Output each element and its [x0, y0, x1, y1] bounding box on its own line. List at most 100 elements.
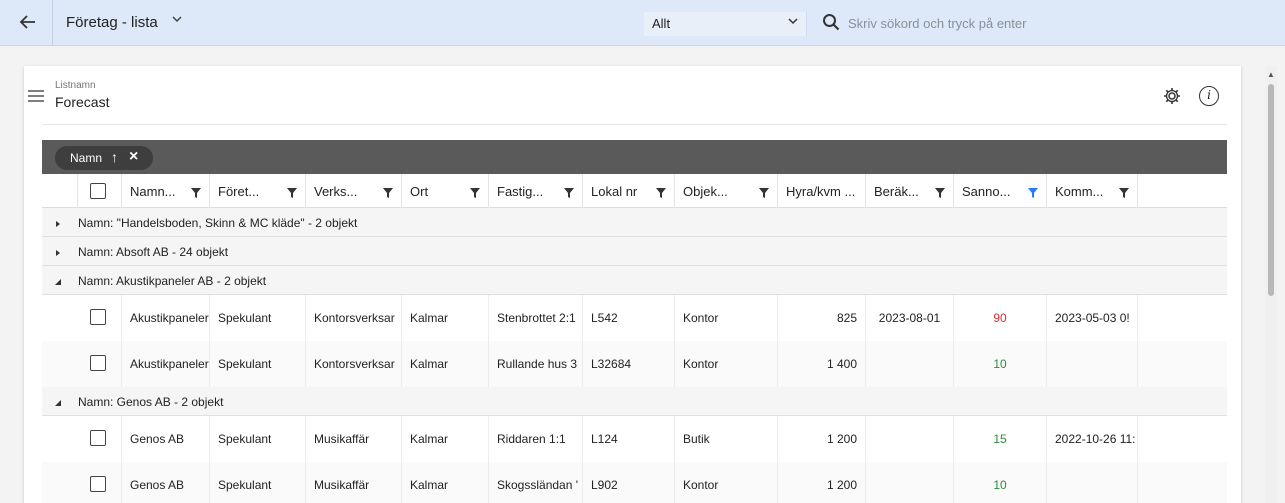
- column-header[interactable]: Sanno...: [954, 174, 1047, 208]
- group-row[interactable]: Namn: "Handelsboden, Skinn & MC kläde" -…: [42, 208, 1227, 237]
- filter-icon[interactable]: [191, 186, 201, 198]
- column-header[interactable]: Hyra/kvm ...: [778, 174, 866, 208]
- column-header[interactable]: Fastig...: [489, 174, 583, 208]
- cell-value: Spekulant: [218, 478, 272, 492]
- filter-icon[interactable]: [1028, 186, 1038, 198]
- cell-fastig: Skogssländan ': [489, 462, 583, 503]
- group-row[interactable]: Namn: Akustikpaneler AB - 2 objekt: [42, 266, 1227, 295]
- group-chip[interactable]: Namn ↑ ×: [55, 146, 153, 170]
- cell-lokal: L32684: [583, 341, 675, 387]
- column-header[interactable]: Namn...: [122, 174, 210, 208]
- cell-value: Spekulant: [218, 311, 272, 325]
- cell-ort: Kalmar: [402, 462, 489, 503]
- gear-icon[interactable]: [1162, 86, 1182, 106]
- column-header-label: Fastig...: [497, 184, 544, 199]
- scroll-up-arrow-icon[interactable]: ▲: [1267, 70, 1275, 79]
- cell-value: Spekulant: [218, 432, 272, 446]
- scrollbar-thumb[interactable]: [1268, 84, 1274, 296]
- column-header[interactable]: Komm...: [1047, 174, 1138, 208]
- info-icon[interactable]: i: [1199, 86, 1219, 106]
- column-header[interactable]: Föret...: [210, 174, 306, 208]
- filter-icon[interactable]: [564, 186, 574, 198]
- table-row[interactable]: Akustikpaneler Spekulant Kontorsverksar Kal…: [42, 341, 1227, 387]
- row-checkbox[interactable]: [90, 309, 106, 325]
- cell-namn: Akustikpaneler: [122, 341, 210, 387]
- cell-objekt: Kontor: [675, 341, 778, 387]
- search-icon[interactable]: [822, 13, 840, 31]
- chevron-down-icon[interactable]: [171, 13, 183, 28]
- cell-value: Kalmar: [410, 357, 449, 371]
- row-checkbox[interactable]: [90, 355, 106, 371]
- column-header-label: Hyra/kvm ...: [786, 184, 856, 199]
- filter-icon[interactable]: [656, 186, 666, 198]
- cell-komm: [1047, 462, 1138, 503]
- cell-value: 2023-05-03 0!: [1055, 311, 1130, 325]
- cell-value: Musikaffär: [314, 478, 370, 492]
- column-header[interactable]: Lokal nr: [583, 174, 675, 208]
- cell-value: L32684: [591, 357, 632, 371]
- collapse-triangle-icon[interactable]: [54, 275, 62, 285]
- row-spacer: [42, 416, 78, 462]
- filter-select-value: Allt: [652, 16, 671, 31]
- cell-value: 825: [836, 311, 857, 325]
- group-row-label: Namn: Genos AB - 2 objekt: [78, 395, 224, 409]
- filter-select[interactable]: Allt: [644, 12, 807, 36]
- cell-value: 1 400: [826, 357, 857, 371]
- table-row[interactable]: Akustikpaneler Spekulant Kontorsverksar Kal…: [42, 295, 1227, 341]
- group-row[interactable]: Namn: Absoft AB - 24 objekt: [42, 237, 1227, 266]
- filter-icon[interactable]: [1119, 186, 1129, 198]
- cell-hyra: 825: [778, 295, 866, 341]
- cell-fastig: Stenbrottet 2:1: [489, 295, 583, 341]
- scrollbar[interactable]: ▲: [1265, 66, 1277, 503]
- filter-icon[interactable]: [383, 186, 393, 198]
- filter-icon[interactable]: [935, 186, 945, 198]
- column-header-label: Lokal nr: [591, 184, 638, 199]
- row-checkbox[interactable]: [90, 476, 106, 492]
- cell-sanno: 10: [954, 462, 1047, 503]
- filter-icon[interactable]: [287, 186, 297, 198]
- cell-komm: [1047, 341, 1138, 387]
- search-input[interactable]: [848, 13, 1248, 33]
- column-header[interactable]: Ort: [402, 174, 489, 208]
- cell-verks: Musikaffär: [306, 462, 402, 503]
- hamburger-menu-icon[interactable]: [28, 90, 44, 102]
- select-all-checkbox[interactable]: [90, 183, 106, 199]
- row-checkbox[interactable]: [90, 430, 106, 446]
- filter-icon[interactable]: [470, 186, 480, 198]
- cell-value: 15: [993, 432, 1007, 446]
- sort-arrow-up-icon[interactable]: ↑: [111, 149, 118, 165]
- table-row[interactable]: Genos AB Spekulant Musikaffär Kalmar Riddare…: [42, 416, 1227, 462]
- cell-ort: Kalmar: [402, 295, 489, 341]
- collapse-triangle-icon[interactable]: [54, 396, 62, 406]
- cell-objekt: Butik: [675, 416, 778, 462]
- column-header-label: Ort: [410, 184, 429, 199]
- row-select-cell: [78, 416, 122, 462]
- group-row[interactable]: Namn: Genos AB - 2 objekt: [42, 387, 1227, 416]
- group-row-label: Namn: Absoft AB - 24 objekt: [78, 245, 229, 259]
- column-header-label: Föret...: [218, 184, 260, 199]
- expand-triangle-icon[interactable]: [54, 246, 62, 256]
- cell-value: Spekulant: [218, 357, 272, 371]
- cell-berak: [866, 341, 954, 387]
- page-title[interactable]: Företag - lista: [66, 14, 158, 31]
- table-row[interactable]: Genos AB Spekulant Musikaffär Kalmar Skogssl…: [42, 462, 1227, 503]
- group-row-label: Namn: Akustikpaneler AB - 2 objekt: [78, 274, 267, 288]
- group-chip-label: Namn: [70, 151, 103, 165]
- cell-value: Riddaren 1:1: [497, 432, 566, 446]
- back-arrow-icon[interactable]: [18, 12, 40, 34]
- cell-sanno: 10: [954, 341, 1047, 387]
- filter-icon[interactable]: [759, 186, 769, 198]
- cell-berak: [866, 462, 954, 503]
- cell-value: Kalmar: [410, 478, 449, 492]
- cell-namn: Genos AB: [122, 416, 210, 462]
- cell-value: 10: [993, 478, 1007, 492]
- column-header[interactable]: Beräk...: [866, 174, 954, 208]
- close-icon[interactable]: ×: [129, 148, 138, 166]
- expand-triangle-icon[interactable]: [54, 217, 62, 227]
- row-select-cell: [78, 341, 122, 387]
- column-header[interactable]: Verks...: [306, 174, 402, 208]
- cell-value: L124: [591, 432, 618, 446]
- cell-hyra: 1 400: [778, 341, 866, 387]
- column-header[interactable]: Objek...: [675, 174, 778, 208]
- cell-fastig: Riddaren 1:1: [489, 416, 583, 462]
